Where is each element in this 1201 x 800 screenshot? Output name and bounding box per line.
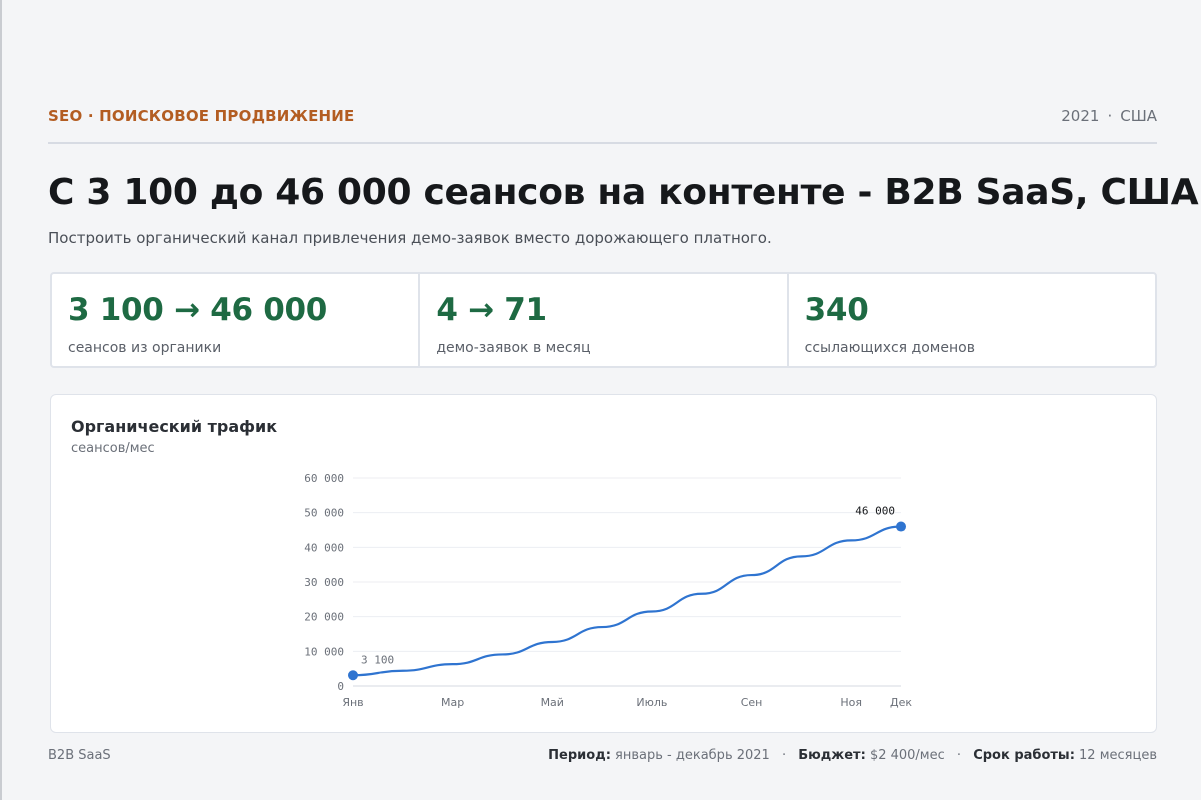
page-title: С 3 100 до 46 000 сеансов на контенте - … [48,172,1199,213]
y-tick-label: 10 000 [304,645,344,658]
x-tick-label: Ноя [840,696,862,709]
data-point [896,521,906,532]
x-tick-label: Мар [441,696,464,709]
meta-separator: · [956,748,962,763]
data-label: 3 100 [361,653,394,666]
page-subtitle: Построить органический канал привлечения… [48,229,772,247]
traffic-line-chart: 0 10 000 20 000 30 000 40 000 50 000 60 000 Янв… [304,472,912,709]
x-tick-label: Янв [342,696,363,709]
y-tick-label: 0 [337,680,344,693]
x-tick-label: Сен [741,696,763,709]
industry-label: B2B SaaS [48,748,111,763]
y-tick-label: 60 000 [304,472,344,485]
x-tick-label: Дек [890,696,912,709]
budget-label: Бюджет: [798,748,866,763]
y-tick-label: 20 000 [304,611,344,624]
period-label: Период: [548,748,611,763]
x-tick-label: Июль [636,696,667,709]
kpi-demo-requests: 4 → 71 демо-заявок в месяц [420,274,789,366]
data-point [348,670,358,681]
footer: B2B SaaS Период: январь - декабрь 2021 ·… [48,748,1157,763]
country-label: США [1120,107,1157,125]
kpi-label: демо-заявок в месяц [436,340,591,356]
y-tick-label: 40 000 [304,541,344,554]
category-eyebrow: SEO · ПОИСКОВОЕ ПРОДВИЖЕНИЕ [48,107,355,125]
term-value: 12 месяцев [1079,748,1157,763]
x-tick-label: Май [541,696,564,709]
header-bar: SEO · ПОИСКОВОЕ ПРОДВИЖЕНИЕ 2021 · США [48,106,1157,126]
series-line [352,525,902,677]
budget-value: $2 400/мес [869,748,945,763]
kpi-value: 340 [804,292,869,328]
year-label: 2021 [1061,107,1100,125]
kpi-referring-domains: 340 ссылающихся доменов [789,274,1155,366]
header-meta: 2021 · США [1061,107,1157,125]
meta-separator: · [781,748,787,763]
kpi-strip: 3 100 → 46 000 сеансов из органики 4 → 7… [50,272,1157,368]
header-divider [48,142,1157,144]
project-meta: Период: январь - декабрь 2021 · Бюджет: … [548,748,1157,763]
traffic-chart-card: Органический трафик сеансов/мес 0 10 000 2… [50,394,1157,733]
kpi-label: ссылающихся доменов [804,340,975,356]
data-label: 46 000 [855,505,895,518]
kpi-value: 3 100 → 46 000 [68,292,328,328]
y-tick-label: 30 000 [304,576,344,589]
meta-separator: · [1107,107,1113,125]
kpi-sessions: 3 100 → 46 000 сеансов из органики [52,274,421,366]
kpi-value: 4 → 71 [436,292,547,328]
kpi-label: сеансов из органики [68,340,222,356]
y-tick-label: 50 000 [304,507,344,520]
term-label: Срок работы: [973,748,1075,763]
period-value: январь - декабрь 2021 [615,748,770,763]
